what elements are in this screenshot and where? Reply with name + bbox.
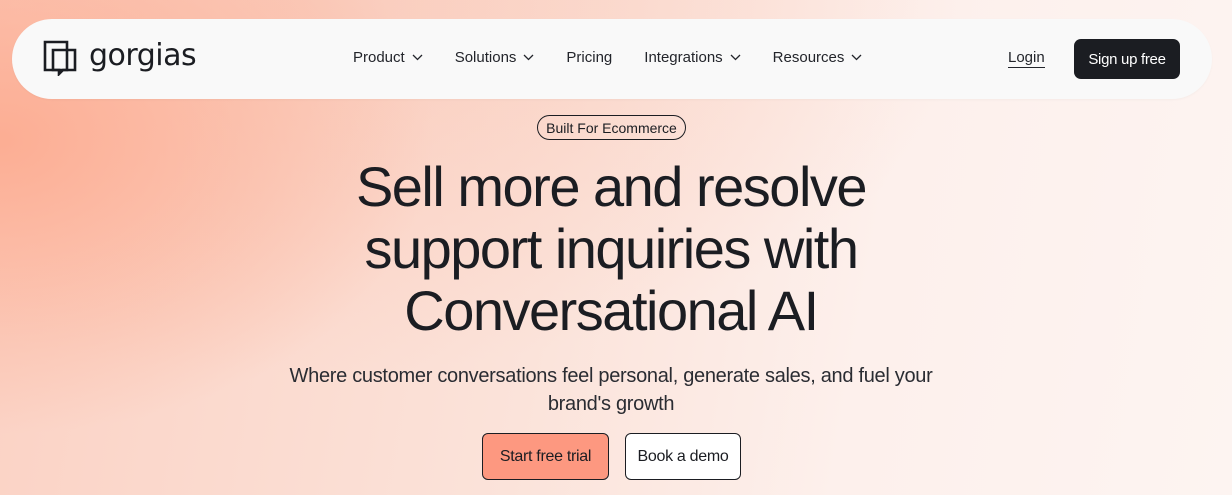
built-for-ecommerce-badge: Built For Ecommerce	[537, 115, 686, 140]
headline-line: support inquiries with	[364, 217, 859, 280]
menu-item-label: Solutions	[454, 49, 517, 66]
chevron-down-icon	[851, 54, 862, 61]
subtitle-line: brand's growth	[547, 393, 675, 415]
headline-line: Sell more and resolve	[355, 155, 868, 218]
chevron-down-icon	[412, 54, 423, 61]
menu-item-integrations[interactable]: Integrations	[644, 49, 741, 66]
hero-headline: Sell more and resolve support inquiries …	[250, 156, 972, 342]
menu-item-pricing[interactable]: Pricing	[566, 49, 612, 66]
sign-up-button[interactable]: Sign up free	[1074, 39, 1180, 79]
menu-item-label: Product	[353, 49, 405, 66]
menu-item-solutions[interactable]: Solutions	[455, 49, 535, 66]
gorgias-logo-icon	[43, 40, 77, 76]
menu-item-resources[interactable]: Resources	[773, 49, 863, 66]
subtitle-line: Where customer conversations feel person…	[289, 365, 933, 387]
gorgias-logo[interactable]: gorgias	[43, 37, 197, 76]
book-demo-button[interactable]: Book a demo	[625, 433, 741, 480]
chevron-down-icon	[730, 54, 741, 61]
chevron-down-icon	[523, 54, 534, 61]
hero-subtitle: Where customer conversations feel person…	[276, 362, 946, 418]
headline-line: Conversational AI	[404, 279, 819, 342]
menu-item-product[interactable]: Product	[353, 49, 423, 66]
top-navbar: gorgias Product Solutions Pricing Integr…	[12, 19, 1212, 99]
login-link[interactable]: Login	[1008, 50, 1045, 68]
main-menu: Product Solutions Pricing Integrations R…	[353, 49, 862, 66]
start-free-trial-button[interactable]: Start free trial	[482, 433, 609, 480]
menu-item-label: Resources	[772, 49, 845, 66]
logo-text: gorgias	[89, 37, 197, 73]
menu-item-label: Pricing	[566, 49, 613, 66]
menu-item-label: Integrations	[644, 49, 723, 66]
